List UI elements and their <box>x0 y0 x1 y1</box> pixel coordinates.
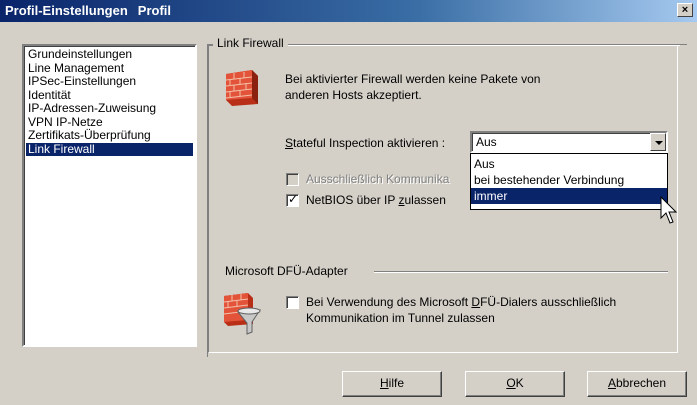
help-label-rest: ilfe <box>388 376 404 390</box>
nav-item-ipsec-einstellungen[interactable]: IPSec-Einstellungen <box>26 75 193 89</box>
dfu-checkbox[interactable] <box>286 296 299 309</box>
firewall-brick-icon <box>225 70 258 106</box>
help-button[interactable]: Hilfe <box>342 371 442 397</box>
dfu-group-title: Microsoft DFÜ-Adapter <box>221 264 352 278</box>
stateful-label-rest: tateful Inspection aktivieren : <box>293 136 446 150</box>
nav-item-link-firewall[interactable]: Link Firewall <box>26 142 193 156</box>
settings-nav-list[interactable]: Grundeinstellungen Line Management IPSec… <box>22 44 197 347</box>
dfu-group-separator <box>374 271 668 273</box>
nav-item-ip-adressen-zuweisung[interactable]: IP-Adressen-Zuweisung <box>26 102 193 116</box>
nav-item-line-management[interactable]: Line Management <box>26 61 193 76</box>
link-firewall-group-title: Link Firewall <box>213 36 288 50</box>
dfu-label-prefix: Bei Verwendung des Microsoft <box>306 295 472 309</box>
stateful-inspection-label: Stateful Inspection aktivieren : <box>285 136 445 151</box>
netbios-checkbox[interactable]: ✓ <box>286 192 299 207</box>
netbios-label-rest: ulassen <box>404 193 446 207</box>
firewall-description-line2: anderen Hosts akzeptiert. <box>285 88 422 102</box>
mouse-pointer-icon <box>660 196 678 224</box>
stateful-label-accel: S <box>285 136 294 150</box>
dropdown-option-aus[interactable]: Aus <box>471 156 667 172</box>
close-icon: × <box>681 4 689 16</box>
ok-label-rest: K <box>515 376 524 390</box>
chevron-down-icon[interactable] <box>650 133 666 151</box>
close-button[interactable]: × <box>677 3 693 17</box>
firewall-description-line1: Bei aktivierter Firewall werden keine Pa… <box>285 72 541 86</box>
dfu-label-accel: D <box>471 295 481 309</box>
firewall-funnel-icon <box>223 293 261 335</box>
ok-button[interactable]: OK <box>465 371 565 397</box>
ok-accel: O <box>506 376 516 390</box>
nav-item-grundeinstellungen[interactable]: Grundeinstellungen <box>26 48 193 62</box>
nav-item-zertifikats-ueberpruefung[interactable]: Zertifikats-Überprüfung <box>26 129 193 143</box>
dfu-label-line2: Kommunikation im Tunnel zulassen <box>306 311 495 325</box>
dfu-label-line1: Bei Verwendung des Microsoft DFÜ-Dialers… <box>306 295 616 310</box>
nav-item-vpn-ip-netze[interactable]: VPN IP-Netze <box>26 115 193 130</box>
window-title: Profil-Einstellungen <box>5 3 128 18</box>
cancel-accel: A <box>607 376 616 390</box>
dropdown-option-immer[interactable]: immer <box>471 188 667 204</box>
title-bar: Profil-Einstellungen Profil × <box>0 0 697 22</box>
checkmark-icon: ✓ <box>288 192 299 206</box>
cancel-button[interactable]: Abbrechen <box>587 371 687 397</box>
window-subtitle: Profil <box>137 3 172 18</box>
nav-item-identitaet[interactable]: Identität <box>26 88 193 103</box>
only-communication-label: Ausschließlich Kommunika <box>306 172 450 186</box>
stateful-dropdown-list[interactable]: Aus bei bestehender Verbindung immer <box>470 153 668 210</box>
only-communication-checkbox[interactable] <box>286 173 299 186</box>
stateful-inspection-select[interactable]: Aus <box>470 131 668 153</box>
dropdown-option-bei-bestehender-verbindung[interactable]: bei bestehender Verbindung <box>471 172 667 188</box>
stateful-selected-value: Aus <box>476 135 497 149</box>
dfu-label-rest: FÜ-Dialers ausschließlich <box>480 295 617 309</box>
help-accel: H <box>379 376 389 390</box>
netbios-label-prefix: NetBIOS über IP <box>306 193 399 207</box>
cancel-label-rest: bbrechen <box>615 376 667 390</box>
netbios-label: NetBIOS über IP zulassen <box>306 193 446 208</box>
